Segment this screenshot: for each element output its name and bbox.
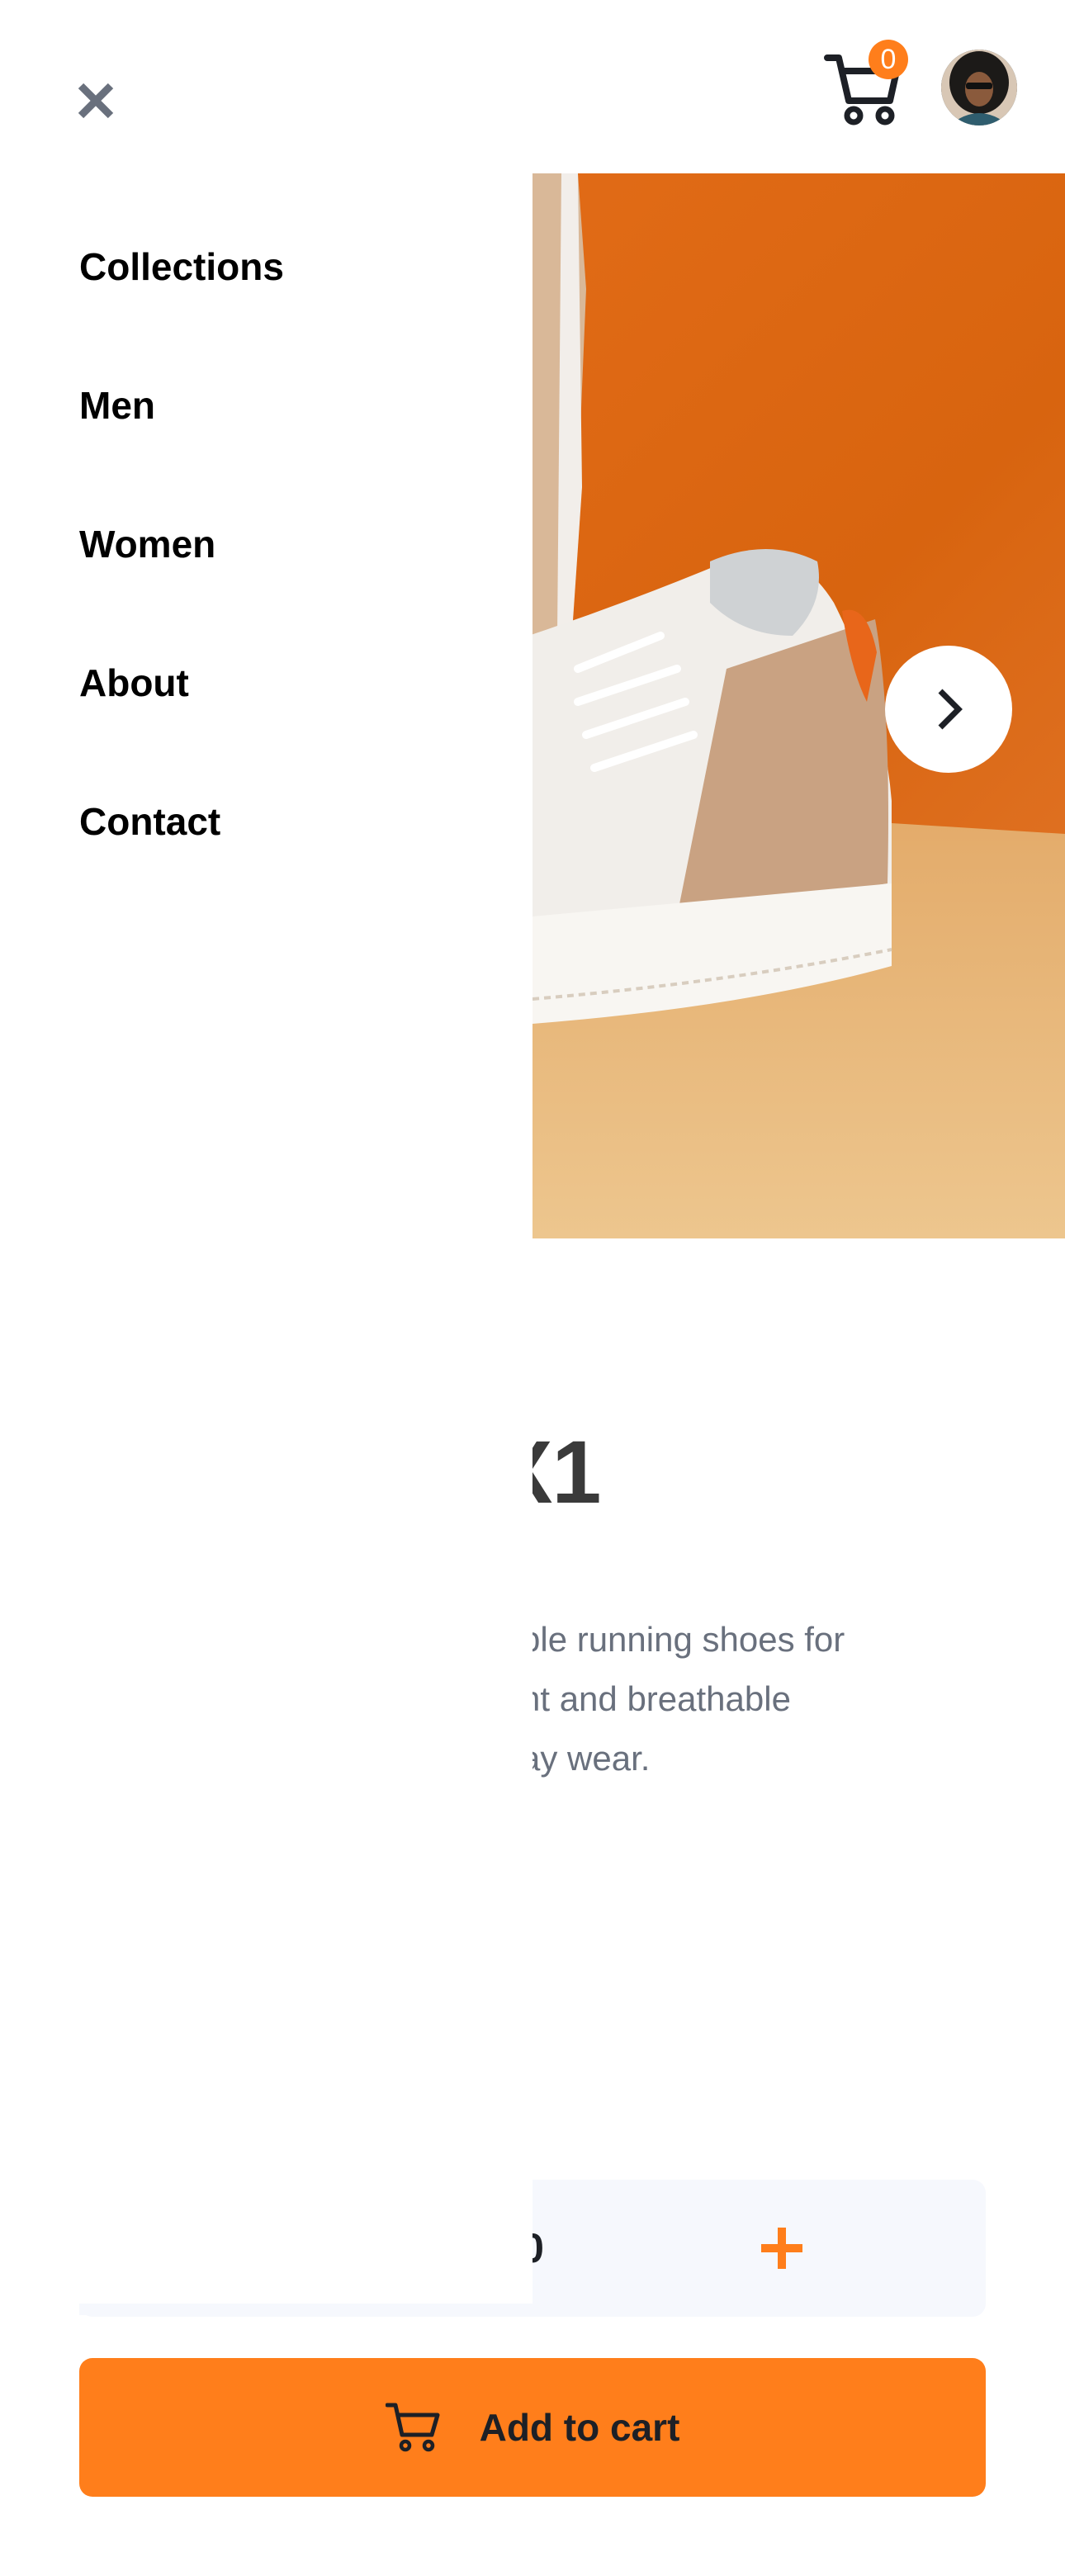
nav-drawer	[0, 173, 532, 2312]
avatar-image	[941, 50, 1017, 125]
chevron-right-icon	[938, 689, 963, 730]
cart-icon	[385, 2403, 440, 2452]
close-menu-button[interactable]	[76, 81, 116, 121]
close-icon	[78, 83, 114, 119]
nav-item-about[interactable]: About	[79, 661, 189, 705]
next-image-button[interactable]	[885, 646, 1012, 773]
drawer-bottom-edge	[79, 2304, 532, 2315]
nav-item-contact[interactable]: Contact	[79, 799, 220, 844]
plus-icon	[761, 2228, 802, 2269]
add-to-cart-label: Add to cart	[479, 2406, 680, 2449]
user-avatar[interactable]	[941, 50, 1017, 125]
add-to-cart-button[interactable]: Add to cart	[79, 2358, 986, 2497]
top-header	[0, 0, 1065, 173]
nav-item-men[interactable]: Men	[79, 383, 155, 428]
nav-item-collections[interactable]: Collections	[79, 244, 284, 289]
quantity-plus-button[interactable]	[758, 2224, 806, 2272]
cart-count-badge: 0	[869, 40, 908, 79]
nav-item-women[interactable]: Women	[79, 522, 215, 566]
